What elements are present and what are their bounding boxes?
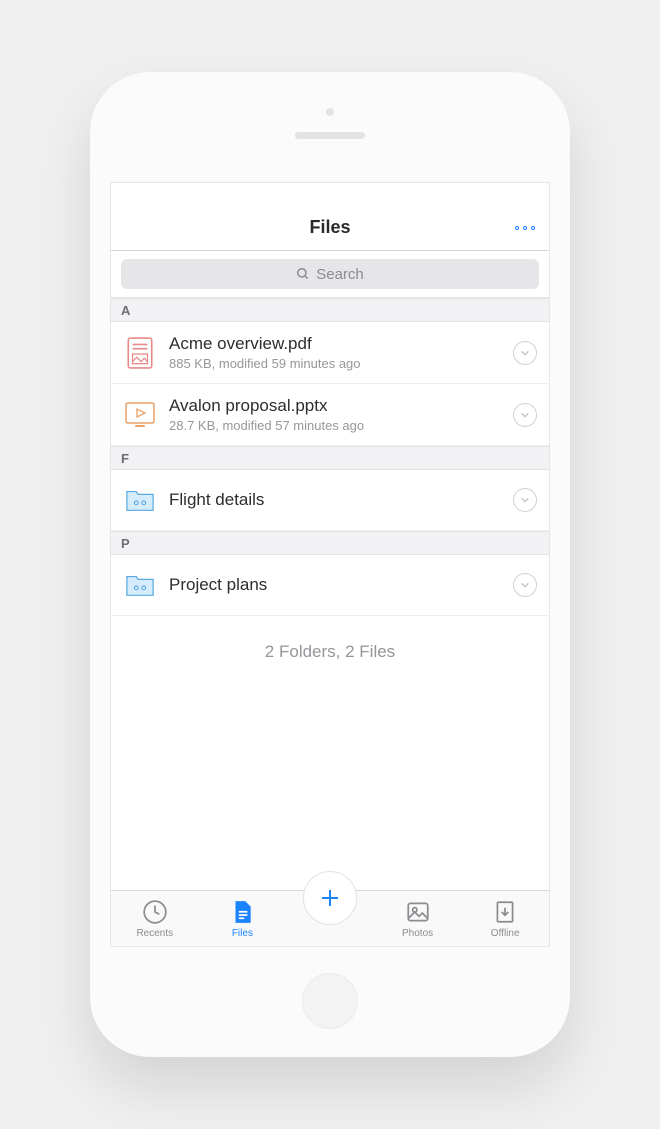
tab-offline[interactable]: Offline <box>475 899 535 939</box>
more-dot-icon <box>531 226 535 230</box>
file-row[interactable]: Acme overview.pdf 885 KB, modified 59 mi… <box>111 322 549 384</box>
file-actions-button[interactable] <box>513 488 537 512</box>
file-icon <box>229 899 255 925</box>
chevron-down-icon <box>520 348 530 358</box>
chevron-down-icon <box>520 495 530 505</box>
section-letter: F <box>121 451 129 466</box>
download-icon <box>492 899 518 925</box>
folder-icon <box>125 482 155 518</box>
chevron-down-icon <box>520 410 530 420</box>
tab-files[interactable]: Files <box>212 899 272 939</box>
plus-icon <box>318 886 342 910</box>
tab-bar: Recents Files Photos <box>111 890 549 946</box>
section-header: F <box>111 446 549 470</box>
file-row[interactable]: Avalon proposal.pptx 28.7 KB, modified 5… <box>111 384 549 446</box>
page-title: Files <box>309 217 350 238</box>
navigation-bar: Files <box>111 205 549 251</box>
file-info: Avalon proposal.pptx 28.7 KB, modified 5… <box>169 396 499 433</box>
folder-name: Flight details <box>169 490 499 510</box>
section-header: P <box>111 531 549 555</box>
status-bar <box>111 183 549 205</box>
file-name: Avalon proposal.pptx <box>169 396 499 416</box>
add-button[interactable] <box>303 871 357 925</box>
phone-camera <box>326 108 334 116</box>
file-actions-button[interactable] <box>513 403 537 427</box>
folder-icon <box>125 567 155 603</box>
clock-icon <box>142 899 168 925</box>
file-info: Flight details <box>169 490 499 510</box>
tab-label: Files <box>232 928 253 939</box>
pdf-file-icon <box>125 335 155 371</box>
search-input[interactable]: Search <box>121 259 539 289</box>
pptx-file-icon <box>125 397 155 433</box>
file-name: Acme overview.pdf <box>169 334 499 354</box>
more-dot-icon <box>523 226 527 230</box>
file-meta: 885 KB, modified 59 minutes ago <box>169 356 499 371</box>
section-letter: P <box>121 536 130 551</box>
tab-recents[interactable]: Recents <box>125 899 185 939</box>
phone-home-button <box>302 973 358 1029</box>
section-letter: A <box>121 303 130 318</box>
tab-label: Photos <box>402 928 433 939</box>
app-screen: Files Search A <box>110 182 550 947</box>
phone-speaker <box>295 132 365 139</box>
file-actions-button[interactable] <box>513 341 537 365</box>
section-header: A <box>111 298 549 322</box>
phone-frame: Files Search A <box>90 72 570 1057</box>
file-meta: 28.7 KB, modified 57 minutes ago <box>169 418 499 433</box>
list-summary: 2 Folders, 2 Files <box>111 616 549 688</box>
file-actions-button[interactable] <box>513 573 537 597</box>
file-info: Acme overview.pdf 885 KB, modified 59 mi… <box>169 334 499 371</box>
image-icon <box>405 899 431 925</box>
search-container: Search <box>111 251 549 298</box>
file-list[interactable]: A Acme overview.pdf 885 KB, modified 59 … <box>111 298 549 890</box>
folder-row[interactable]: Flight details <box>111 470 549 531</box>
more-options-button[interactable] <box>515 226 535 230</box>
more-dot-icon <box>515 226 519 230</box>
file-info: Project plans <box>169 575 499 595</box>
folder-row[interactable]: Project plans <box>111 555 549 616</box>
chevron-down-icon <box>520 580 530 590</box>
search-icon <box>296 267 310 281</box>
folder-name: Project plans <box>169 575 499 595</box>
tab-label: Recents <box>136 928 173 939</box>
tab-photos[interactable]: Photos <box>388 899 448 939</box>
search-placeholder: Search <box>316 266 364 283</box>
tab-label: Offline <box>491 928 520 939</box>
